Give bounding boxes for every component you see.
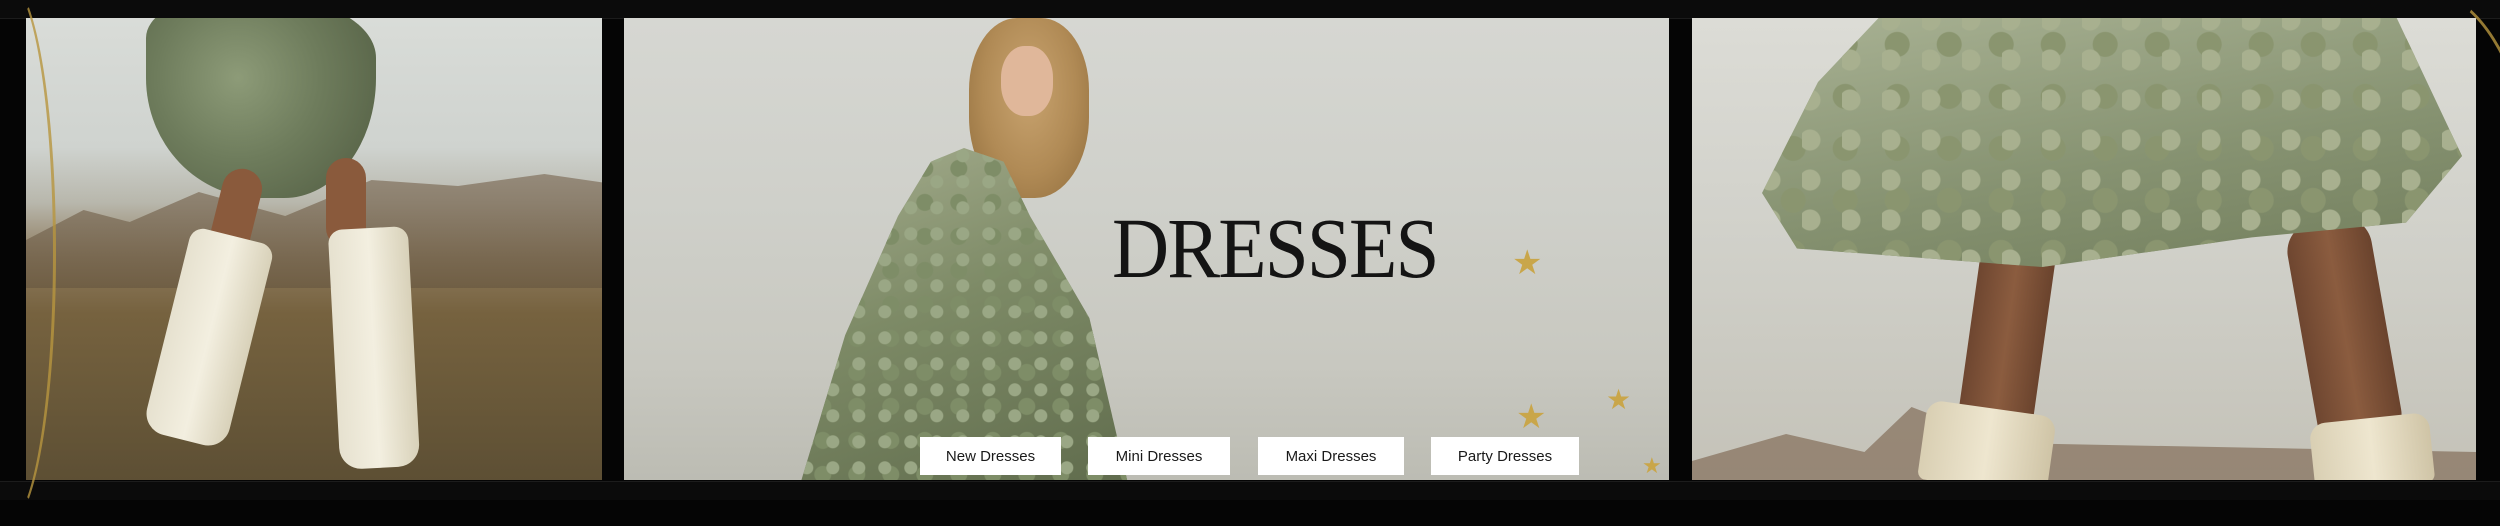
new-dresses-button[interactable]: New Dresses (920, 437, 1061, 475)
right-hero-image (1692, 18, 2476, 480)
page-title: DRESSES (1112, 200, 1440, 296)
right-boot (327, 226, 421, 470)
left-hero-image (26, 18, 602, 480)
bottom-frame-bar (0, 481, 2500, 500)
top-frame-bar (0, 0, 2500, 19)
star-icon: ★ (1606, 383, 1632, 416)
category-button-row: New Dresses Mini Dresses Maxi Dresses Pa… (0, 437, 2500, 475)
star-icon: ★ (1516, 397, 1547, 437)
model-dress (799, 148, 1129, 480)
mini-dresses-button[interactable]: Mini Dresses (1088, 437, 1230, 475)
party-dresses-button[interactable]: Party Dresses (1431, 437, 1579, 475)
model-face (1001, 46, 1053, 116)
star-icon: ★ (1512, 243, 1543, 283)
maxi-dresses-button[interactable]: Maxi Dresses (1258, 437, 1404, 475)
